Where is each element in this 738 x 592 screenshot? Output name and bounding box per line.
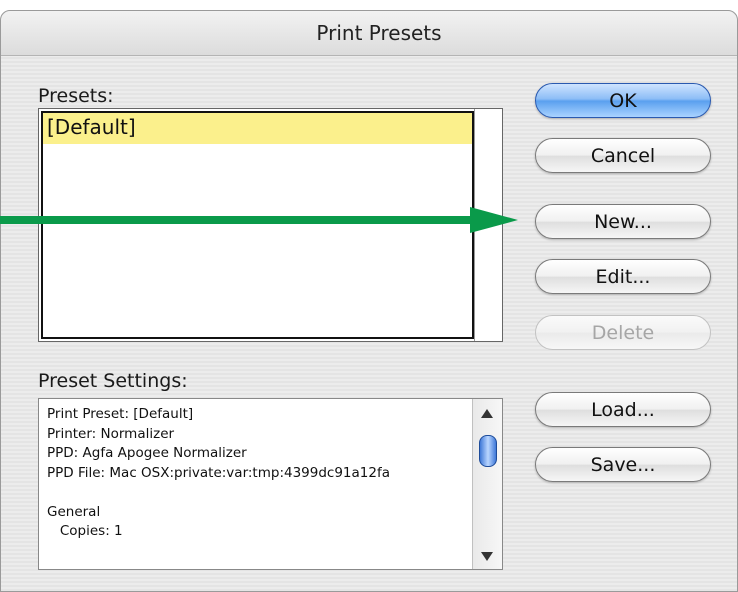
scroll-down-icon[interactable] (481, 552, 493, 561)
preset-item-default[interactable]: [Default] (43, 113, 472, 144)
preset-settings-box: Print Preset: [Default] Printer: Normali… (38, 398, 503, 570)
new-button[interactable]: New... (535, 204, 711, 239)
load-button[interactable]: Load... (535, 392, 711, 427)
save-button[interactable]: Save... (535, 447, 711, 482)
dialog-title: Print Presets (316, 21, 442, 45)
scroll-up-icon[interactable] (481, 409, 493, 418)
settings-line: PPD: Agfa Apogee Normalizer (47, 445, 247, 461)
settings-line: Printer: Normalizer (47, 425, 175, 442)
preset-settings-text: Print Preset: [Default] Printer: Normali… (47, 405, 467, 563)
delete-button: Delete (535, 315, 711, 350)
title-bar: Print Presets (1, 11, 737, 56)
edit-button[interactable]: Edit... (535, 259, 711, 294)
settings-line: Print Preset: [Default] (47, 406, 194, 422)
green-arrow-icon (0, 207, 518, 233)
settings-line: PPD File: Mac OSX:private:var:tmp:4399dc… (47, 464, 390, 481)
settings-scrollbar[interactable] (472, 399, 502, 569)
cancel-button[interactable]: Cancel (535, 138, 711, 173)
settings-line: Copies: 1 (47, 523, 123, 539)
settings-line (47, 483, 467, 503)
preset-settings-label: Preset Settings: (38, 370, 188, 392)
ok-button[interactable]: OK (535, 83, 711, 118)
scroll-thumb[interactable] (479, 435, 497, 467)
presets-label: Presets: (38, 85, 114, 107)
settings-line: General (47, 503, 101, 520)
